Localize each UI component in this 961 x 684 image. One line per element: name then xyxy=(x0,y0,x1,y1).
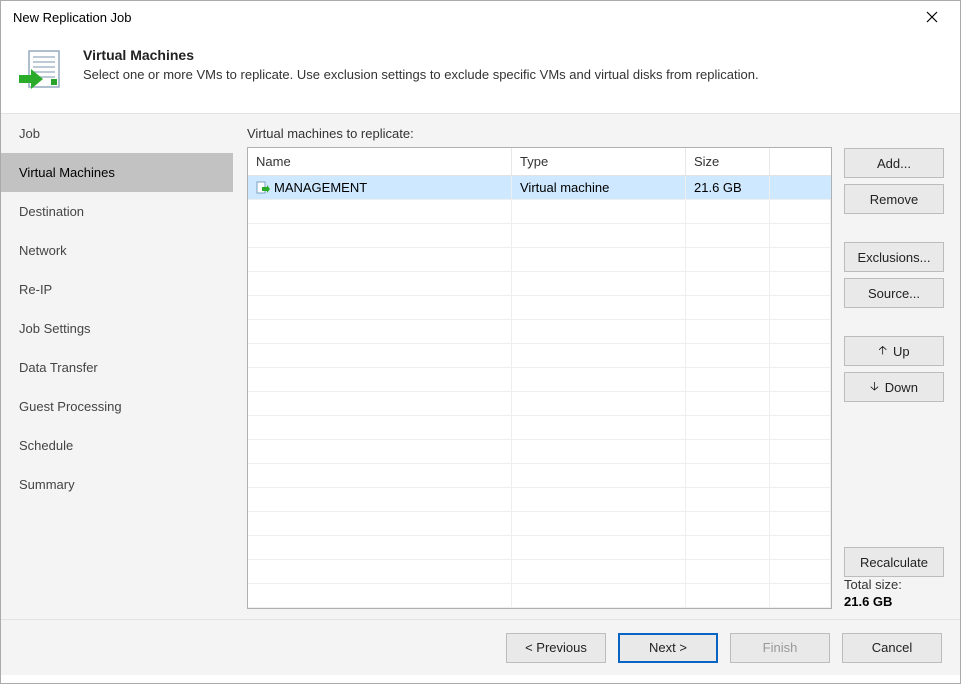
replication-icon xyxy=(17,47,65,95)
down-button[interactable]: 🡣 Down xyxy=(844,372,944,402)
arrow-down-icon: 🡣 xyxy=(870,377,879,398)
wizard-body: Job Virtual Machines Destination Network… xyxy=(1,113,960,619)
sidebar-item-summary[interactable]: Summary xyxy=(1,465,233,504)
column-header-spacer xyxy=(770,148,831,175)
close-button[interactable] xyxy=(910,3,954,31)
sidebar-item-schedule[interactable]: Schedule xyxy=(1,426,233,465)
source-button[interactable]: Source... xyxy=(844,278,944,308)
window-title: New Replication Job xyxy=(13,10,132,25)
sidebar-item-destination[interactable]: Destination xyxy=(1,192,233,231)
sidebar-item-guest-processing[interactable]: Guest Processing xyxy=(1,387,233,426)
grid-header: Name Type Size xyxy=(248,148,831,176)
sidebar-item-job[interactable]: Job xyxy=(1,114,233,153)
vm-grid: Name Type Size xyxy=(247,147,832,609)
cancel-button[interactable]: Cancel xyxy=(842,633,942,663)
exclusions-button[interactable]: Exclusions... xyxy=(844,242,944,272)
main-panel: Virtual machines to replicate: Name Type… xyxy=(233,114,960,619)
column-header-type[interactable]: Type xyxy=(512,148,686,175)
grid-caption: Virtual machines to replicate: xyxy=(247,126,832,141)
recalculate-button[interactable]: Recalculate xyxy=(844,547,944,577)
cell-name: MANAGEMENT xyxy=(274,180,367,195)
wizard-footer: < Previous Next > Finish Cancel xyxy=(1,619,960,675)
wizard-header: Virtual Machines Select one or more VMs … xyxy=(1,33,960,113)
sidebar-item-data-transfer[interactable]: Data Transfer xyxy=(1,348,233,387)
page-title: Virtual Machines xyxy=(83,47,759,63)
column-header-size[interactable]: Size xyxy=(686,148,770,175)
grid-body[interactable]: MANAGEMENT Virtual machine 21.6 GB xyxy=(248,176,831,608)
sidebar-item-network[interactable]: Network xyxy=(1,231,233,270)
arrow-up-icon: 🡡 xyxy=(878,341,887,362)
close-icon xyxy=(926,11,938,23)
column-header-name[interactable]: Name xyxy=(248,148,512,175)
remove-button[interactable]: Remove xyxy=(844,184,944,214)
total-size-value: 21.6 GB xyxy=(844,594,944,609)
wizard-sidebar: Job Virtual Machines Destination Network… xyxy=(1,114,233,619)
cell-size: 21.6 GB xyxy=(686,176,770,200)
sidebar-item-job-settings[interactable]: Job Settings xyxy=(1,309,233,348)
window-titlebar: New Replication Job xyxy=(1,1,960,33)
add-button[interactable]: Add... xyxy=(844,148,944,178)
sidebar-item-virtual-machines[interactable]: Virtual Machines xyxy=(1,153,233,192)
cell-spacer xyxy=(770,176,831,200)
up-button-label: Up xyxy=(893,344,910,359)
next-button[interactable]: Next > xyxy=(618,633,718,663)
sidebar-item-re-ip[interactable]: Re-IP xyxy=(1,270,233,309)
page-subtitle: Select one or more VMs to replicate. Use… xyxy=(83,67,759,82)
vm-icon xyxy=(256,181,270,195)
finish-button: Finish xyxy=(730,633,830,663)
cell-type: Virtual machine xyxy=(512,176,686,200)
total-size-label: Total size: xyxy=(844,577,944,592)
right-button-panel: Add... Remove Exclusions... Source... 🡡 … xyxy=(844,126,944,609)
previous-button[interactable]: < Previous xyxy=(506,633,606,663)
down-button-label: Down xyxy=(885,380,918,395)
table-row[interactable]: MANAGEMENT Virtual machine 21.6 GB xyxy=(248,176,831,200)
up-button[interactable]: 🡡 Up xyxy=(844,336,944,366)
